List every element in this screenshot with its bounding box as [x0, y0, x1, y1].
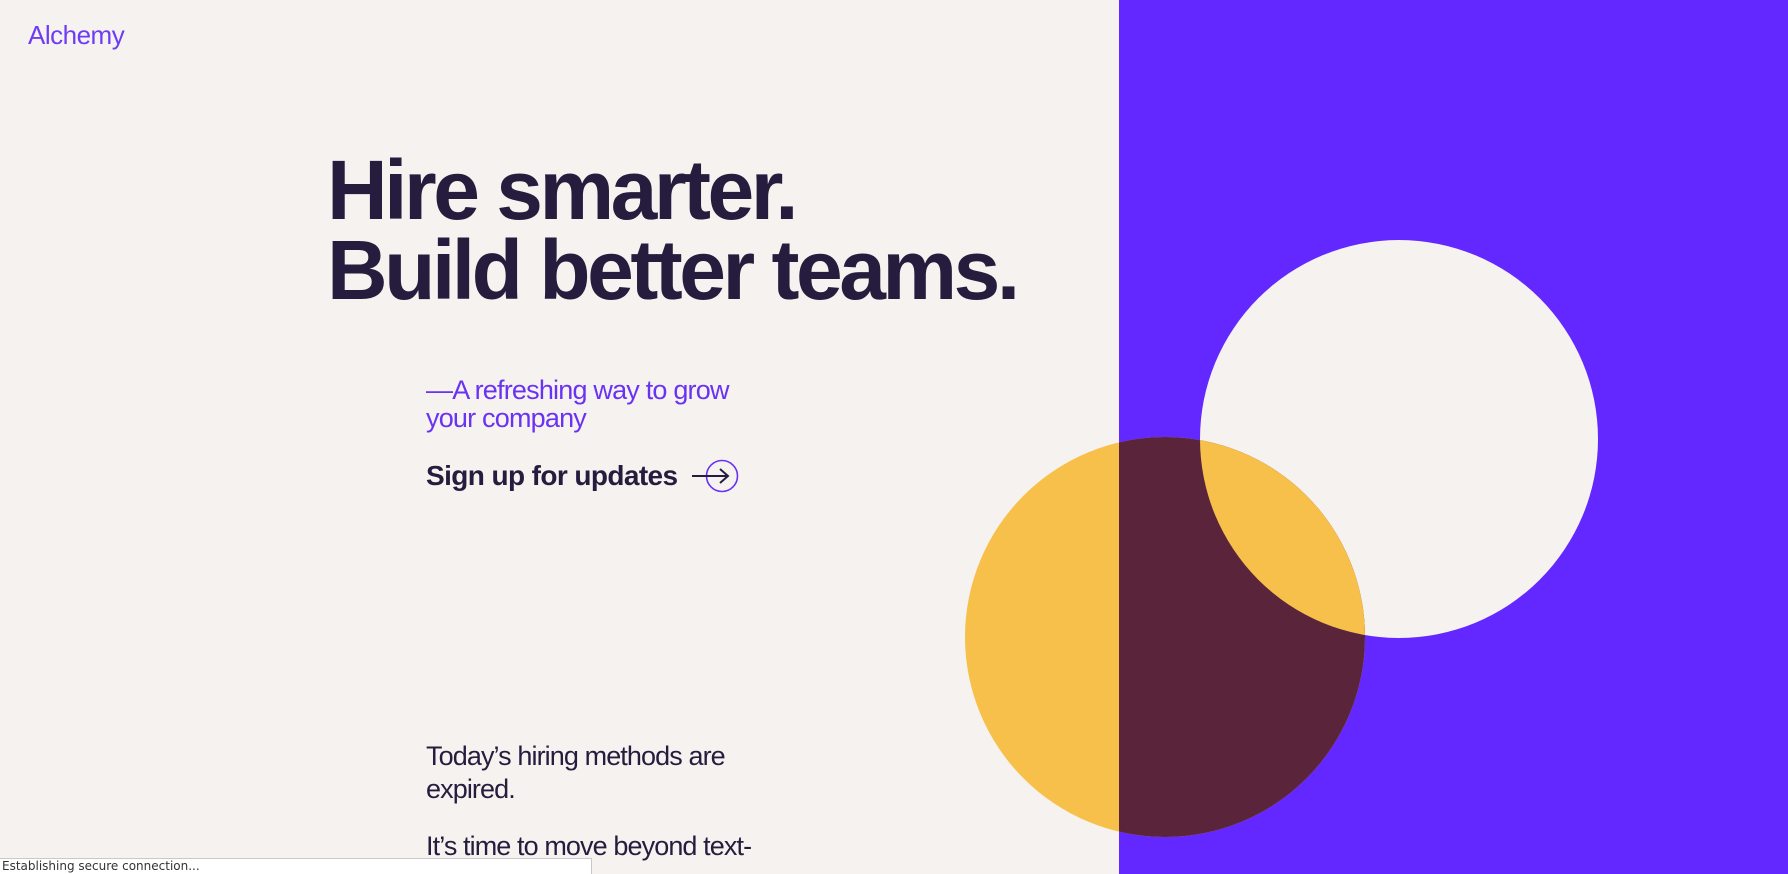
arrow-right-circle-icon[interactable] [691, 458, 741, 494]
hero-title-line-2: Build better teams. [327, 223, 1020, 317]
alchemy-logo[interactable]: Alchemy [28, 20, 125, 51]
landing-page: Alchemy Hire smarter. Build better teams… [0, 0, 1788, 874]
browser-status-bar: Establishing secure connection... [0, 858, 592, 874]
intro-paragraph-1: Today’s hiring methods are expired. [426, 741, 726, 804]
purple-hero-panel [1119, 0, 1788, 874]
sign-up-label[interactable]: Sign up for updates [426, 460, 678, 492]
hero-title-line-1: Hire smarter. [327, 143, 799, 237]
hero-title: Hire smarter. Build better teams. [327, 143, 1020, 317]
hero-tagline: —A refreshing way to grow your company [426, 375, 729, 433]
intro-copy: Today’s hiring methods are expired. It’s… [426, 740, 776, 874]
sign-up-for-updates-link[interactable]: Sign up for updates [426, 458, 741, 494]
